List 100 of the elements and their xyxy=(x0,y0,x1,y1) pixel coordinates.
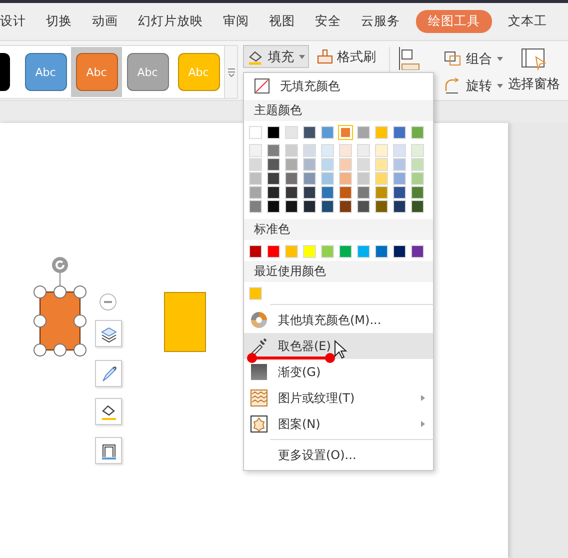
color-swatch[interactable] xyxy=(303,144,316,157)
color-swatch[interactable] xyxy=(321,158,334,171)
color-swatch[interactable] xyxy=(357,158,370,171)
color-swatch[interactable] xyxy=(393,200,406,213)
color-swatch[interactable] xyxy=(339,158,352,171)
ribbon-tab[interactable]: 设计 xyxy=(0,10,36,33)
color-swatch[interactable] xyxy=(393,144,406,157)
color-swatch[interactable] xyxy=(285,126,298,139)
ribbon-tab[interactable]: 视图 xyxy=(259,10,305,33)
color-swatch[interactable] xyxy=(285,172,298,185)
align-button[interactable] xyxy=(398,46,420,70)
color-swatch[interactable] xyxy=(303,186,316,199)
color-swatch[interactable] xyxy=(375,126,388,139)
menu-item[interactable]: 图案(N) xyxy=(244,411,433,437)
color-swatch[interactable] xyxy=(267,158,280,171)
color-swatch[interactable] xyxy=(303,158,316,171)
color-swatch[interactable] xyxy=(411,186,424,199)
color-swatch[interactable] xyxy=(357,144,370,157)
color-swatch[interactable] xyxy=(249,287,262,300)
color-swatch[interactable] xyxy=(393,126,406,139)
color-swatch[interactable] xyxy=(267,200,280,213)
selected-rectangle[interactable] xyxy=(33,285,87,357)
color-swatch[interactable] xyxy=(411,245,424,258)
color-swatch[interactable] xyxy=(339,172,352,185)
color-swatch[interactable] xyxy=(303,126,316,139)
color-swatch[interactable] xyxy=(375,200,388,213)
color-swatch[interactable] xyxy=(357,200,370,213)
color-swatch[interactable] xyxy=(303,200,316,213)
color-swatch[interactable] xyxy=(357,172,370,185)
color-swatch[interactable] xyxy=(357,126,370,139)
ribbon-tab[interactable]: 安全 xyxy=(305,10,351,33)
color-swatch[interactable] xyxy=(375,245,388,258)
selection-pane-button[interactable]: 选择窗格 xyxy=(506,47,562,93)
gallery-more-button[interactable] xyxy=(224,46,237,98)
color-swatch[interactable] xyxy=(285,245,298,258)
outline-button[interactable] xyxy=(95,360,122,387)
color-swatch[interactable] xyxy=(393,186,406,199)
color-swatch[interactable] xyxy=(375,158,388,171)
color-swatch[interactable] xyxy=(285,186,298,199)
color-swatch[interactable] xyxy=(303,172,316,185)
color-swatch[interactable] xyxy=(249,158,262,171)
color-swatch[interactable] xyxy=(249,200,262,213)
ribbon-tab[interactable]: 文本工 xyxy=(498,10,557,33)
collapse-icon[interactable] xyxy=(99,293,117,311)
menu-item[interactable]: 渐变(G) xyxy=(244,359,433,385)
color-swatch[interactable] xyxy=(411,158,424,171)
color-swatch[interactable] xyxy=(285,200,298,213)
layers-button[interactable] xyxy=(95,320,122,347)
color-swatch[interactable] xyxy=(321,186,334,199)
ribbon-tab[interactable]: 幻灯片放映 xyxy=(128,10,213,33)
ribbon-tab[interactable]: 审阅 xyxy=(213,10,259,33)
color-swatch[interactable] xyxy=(411,126,424,139)
color-swatch[interactable] xyxy=(339,144,352,157)
color-swatch[interactable] xyxy=(285,158,298,171)
color-swatch[interactable] xyxy=(357,186,370,199)
color-swatch[interactable] xyxy=(321,144,334,157)
color-swatch[interactable] xyxy=(357,245,370,258)
color-swatch[interactable] xyxy=(249,186,262,199)
color-swatch[interactable] xyxy=(339,245,352,258)
no-fill-item[interactable]: 无填充颜色 xyxy=(244,73,433,99)
group-button[interactable]: 组合 xyxy=(440,47,506,70)
color-swatch[interactable] xyxy=(249,126,262,139)
color-swatch[interactable] xyxy=(411,144,424,157)
ribbon-tab[interactable]: 动画 xyxy=(82,10,128,33)
menu-item[interactable]: 其他填充颜色(M)... xyxy=(244,307,433,333)
color-swatch[interactable] xyxy=(321,126,334,139)
color-swatch[interactable] xyxy=(267,144,280,157)
color-swatch[interactable] xyxy=(321,200,334,213)
fill-button[interactable]: 填充 xyxy=(243,45,309,68)
rotate-button[interactable]: 旋转 xyxy=(440,74,506,97)
color-swatch[interactable] xyxy=(321,245,334,258)
color-swatch[interactable] xyxy=(249,144,262,157)
color-swatch[interactable] xyxy=(393,245,406,258)
color-swatch[interactable] xyxy=(339,200,352,213)
color-swatch[interactable] xyxy=(375,144,388,157)
color-swatch[interactable] xyxy=(249,245,262,258)
color-swatch[interactable] xyxy=(285,144,298,157)
ribbon-tab[interactable]: 切换 xyxy=(36,10,82,33)
color-swatch[interactable] xyxy=(375,186,388,199)
menu-item[interactable]: 取色器(E) xyxy=(244,333,433,359)
color-swatch[interactable] xyxy=(393,158,406,171)
color-swatch[interactable] xyxy=(267,172,280,185)
color-swatch[interactable] xyxy=(249,172,262,185)
menu-item[interactable]: 更多设置(O)... xyxy=(244,442,433,468)
rectangle-shape[interactable] xyxy=(164,292,206,352)
ribbon-tab[interactable]: 云服务 xyxy=(351,10,410,33)
rotate-handle[interactable] xyxy=(51,256,69,286)
color-swatch[interactable] xyxy=(339,186,352,199)
fill-button[interactable] xyxy=(95,398,122,425)
color-swatch[interactable] xyxy=(321,172,334,185)
menu-item[interactable]: 图片或纹理(T) xyxy=(244,385,433,411)
shape-style-button[interactable] xyxy=(95,437,122,464)
color-swatch[interactable] xyxy=(375,172,388,185)
color-swatch[interactable] xyxy=(411,200,424,213)
color-swatch[interactable] xyxy=(411,172,424,185)
color-swatch[interactable] xyxy=(393,172,406,185)
color-swatch[interactable] xyxy=(303,245,316,258)
color-swatch[interactable] xyxy=(267,126,280,139)
color-swatch[interactable] xyxy=(267,245,280,258)
format-painter-button[interactable]: 格式刷 xyxy=(313,45,379,68)
